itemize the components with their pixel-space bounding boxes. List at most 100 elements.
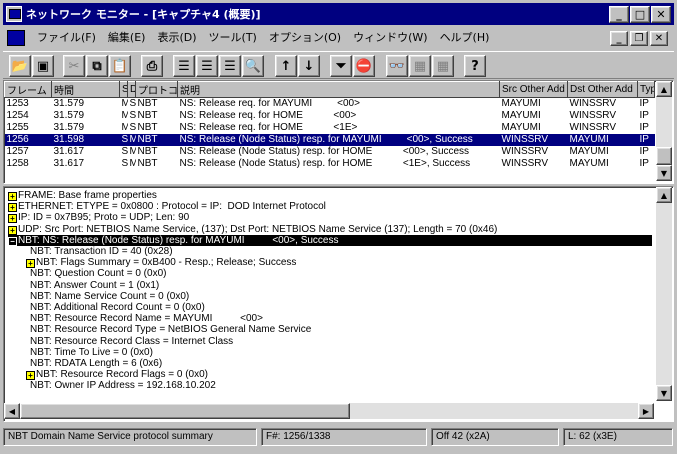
column-header-dst-mac[interactable]: D <box>127 81 136 98</box>
expand-icon[interactable]: + <box>8 203 17 213</box>
column-header-src-mac[interactable]: S <box>119 81 128 98</box>
arrow-down-icon: ▼ <box>660 168 668 178</box>
expand-icon[interactable]: + <box>26 371 35 381</box>
detail-line[interactable]: + UDP: Src Port: NETBIOS Name Service, (1… <box>8 224 497 235</box>
paste-button[interactable]: 📋 <box>109 55 131 77</box>
detail-line[interactable]: NBT: Resource Record Class = Internet Cl… <box>8 336 233 347</box>
maximize-button[interactable]: □ <box>630 6 650 23</box>
next-arrow-icon: ↓ <box>303 58 315 74</box>
pane-hex-button[interactable]: ☰ <box>219 55 241 77</box>
detail-line[interactable]: NBT: Resource Record Name = MAYUMI <00> <box>8 313 263 324</box>
summary-vscrollbar[interactable]: ▲ ▼ <box>656 81 672 181</box>
table-row[interactable]: 1254 31.579 MSNBT NS: Release req. for HOME… <box>5 110 655 122</box>
detail-line-text: NBT: Name Service Count = 0 (0x0) <box>30 290 190 302</box>
expand-icon[interactable]: + <box>26 259 35 269</box>
cell-src-other: MAYUMI <box>501 122 541 133</box>
detail-hscrollbar[interactable]: ◀ ▶ <box>4 403 654 419</box>
scroll-left-button[interactable]: ◀ <box>4 403 20 419</box>
print-button[interactable]: ⎙ <box>141 55 163 77</box>
detail-line[interactable]: NBT: Resource Record Type = NetBIOS Gene… <box>8 324 311 335</box>
table-row[interactable]: 1255 31.579 MSNBT NS: Release req. for HOME… <box>5 122 655 134</box>
title-bar[interactable]: ネットワーク モニター - [キャプチャ4 (概要)] _ □ ✕ <box>3 3 674 25</box>
cell-src-mac: S <box>120 146 128 158</box>
document-icon[interactable] <box>7 30 25 46</box>
detail-line[interactable]: NBT: Additional Record Count = 0 (0x0) <box>8 302 205 313</box>
scroll-thumb[interactable] <box>20 403 350 419</box>
column-header-description[interactable]: 説明 <box>177 81 500 98</box>
find-frame-icon: 👓 <box>388 58 406 74</box>
column-header-time[interactable]: 時間 <box>51 81 120 98</box>
pane-summary-button[interactable]: ☰ <box>173 55 195 77</box>
find-prev-button[interactable]: ▦ <box>409 55 431 77</box>
scroll-thumb[interactable] <box>656 147 672 165</box>
child-close-button[interactable]: ✕ <box>650 31 668 46</box>
column-header-src-other[interactable]: Src Other Add <box>499 81 568 98</box>
detail-line[interactable]: + IP: ID = 0x7B95; Proto = UDP; Len: 90 <box>8 212 189 224</box>
child-restore-button[interactable]: ❐ <box>630 31 648 46</box>
disable-filter-button[interactable]: ⛔ <box>353 55 375 77</box>
detail-line[interactable]: + FRAME: Base frame properties <box>8 190 157 201</box>
summary-pane[interactable]: フレーム 時間 S D プロトコル 説明 Src Other Add Dst O… <box>3 80 674 184</box>
detail-line[interactable]: NBT: Name Service Count = 0 (0x0) <box>8 291 189 302</box>
scroll-right-button[interactable]: ▶ <box>638 403 654 419</box>
menu-window[interactable]: ウィンドウ(W) <box>347 29 433 47</box>
expand-icon[interactable]: + <box>8 214 17 224</box>
detail-line[interactable]: NBT: Owner IP Address = 192.168.10.202 <box>8 380 216 391</box>
detail-line[interactable]: NBT: Transaction ID = 40 (0x28) <box>8 246 173 257</box>
table-row[interactable]: 1258 31.617 SMNBT NS: Release (Node Status)… <box>5 158 655 170</box>
menu-options[interactable]: オプション(O) <box>263 29 347 47</box>
expand-icon[interactable]: + <box>8 192 17 201</box>
child-minimize-button[interactable]: _ <box>610 31 628 46</box>
column-header-frame[interactable]: フレーム <box>4 81 52 98</box>
arrow-left-icon: ◀ <box>8 406 16 416</box>
minimize-button[interactable]: _ <box>609 6 629 23</box>
expand-icon[interactable]: + <box>8 225 17 235</box>
next-button[interactable]: ↓ <box>298 55 320 77</box>
detail-line[interactable]: + NBT: Flags Summary = 0xB400 - Resp.; Re… <box>8 257 296 269</box>
cell-dst-mac: M <box>127 134 136 146</box>
menu-help[interactable]: ヘルプ(H) <box>434 29 496 47</box>
column-header-dst-other[interactable]: Dst Other Add <box>567 81 638 98</box>
zoom-button[interactable]: 🔍 <box>242 55 264 77</box>
cut-button[interactable]: ✂ <box>63 55 85 77</box>
detail-pane[interactable]: + FRAME: Base frame properties + ETHERNET: … <box>3 186 674 422</box>
column-header-protocol[interactable]: プロトコル <box>135 81 178 98</box>
detail-line[interactable]: + NBT: Resource Record Flags = 0 (0x0) <box>8 369 208 381</box>
prev-button[interactable]: ↑ <box>275 55 297 77</box>
filter-button[interactable]: ⏷ <box>330 55 352 77</box>
collapse-icon[interactable]: − <box>8 236 17 246</box>
menu-display[interactable]: 表示(D) <box>151 29 202 47</box>
detail-line[interactable]: NBT: RDATA Length = 6 (0x6) <box>8 358 162 369</box>
detail-line[interactable]: − NBT: NS: Release (Node Status) resp. fo… <box>8 234 652 246</box>
scroll-down-button[interactable]: ▼ <box>656 385 672 401</box>
detail-line[interactable]: NBT: Question Count = 0 (0x0) <box>8 268 166 279</box>
scroll-up-button[interactable]: ▲ <box>656 187 672 203</box>
close-button[interactable]: ✕ <box>651 6 671 23</box>
menu-edit[interactable]: 編集(E) <box>102 29 152 47</box>
help-button[interactable]: ? <box>464 55 486 77</box>
scroll-down-button[interactable]: ▼ <box>656 165 672 181</box>
find-next-button[interactable]: ▦ <box>432 55 454 77</box>
detail-line[interactable]: NBT: Time To Live = 0 (0x0) <box>8 347 153 358</box>
scroll-up-button[interactable]: ▲ <box>656 81 672 97</box>
save-button[interactable]: ▣ <box>32 55 54 77</box>
table-row[interactable]: 1253 31.579 MSNBT NS: Release req. for MAYU… <box>5 98 655 111</box>
table-row[interactable]: 1257 31.617 SMNBT NS: Release (Node Status)… <box>5 146 655 158</box>
cell-frame: 1253 <box>6 98 29 109</box>
open-button[interactable]: 📂 <box>9 55 31 77</box>
menu-tools[interactable]: ツール(T) <box>203 29 263 47</box>
detail-line[interactable]: NBT: Answer Count = 1 (0x1) <box>8 280 159 291</box>
detail-line[interactable]: + ETHERNET: ETYPE = 0x0800 : Protocol = I… <box>8 201 326 213</box>
cell-dst-other: WINSSRV <box>569 122 617 133</box>
detail-line-text: NBT: Answer Count = 1 (0x1) <box>30 279 160 291</box>
find-frame-button[interactable]: 👓 <box>386 55 408 77</box>
cell-type: IP <box>639 98 649 109</box>
table-row[interactable]: 125631.598SMNBTNS: Release (Node Status)… <box>4 134 655 146</box>
app-icon[interactable] <box>6 6 22 22</box>
copy-button[interactable]: ⧉ <box>86 55 108 77</box>
cell-frame: 1257 <box>6 146 29 157</box>
column-header-type[interactable]: Typ <box>637 81 655 98</box>
pane-detail-button[interactable]: ☰ <box>196 55 218 77</box>
detail-vscrollbar[interactable]: ▲ ▼ <box>656 187 672 401</box>
menu-file[interactable]: ファイル(F) <box>31 29 102 47</box>
